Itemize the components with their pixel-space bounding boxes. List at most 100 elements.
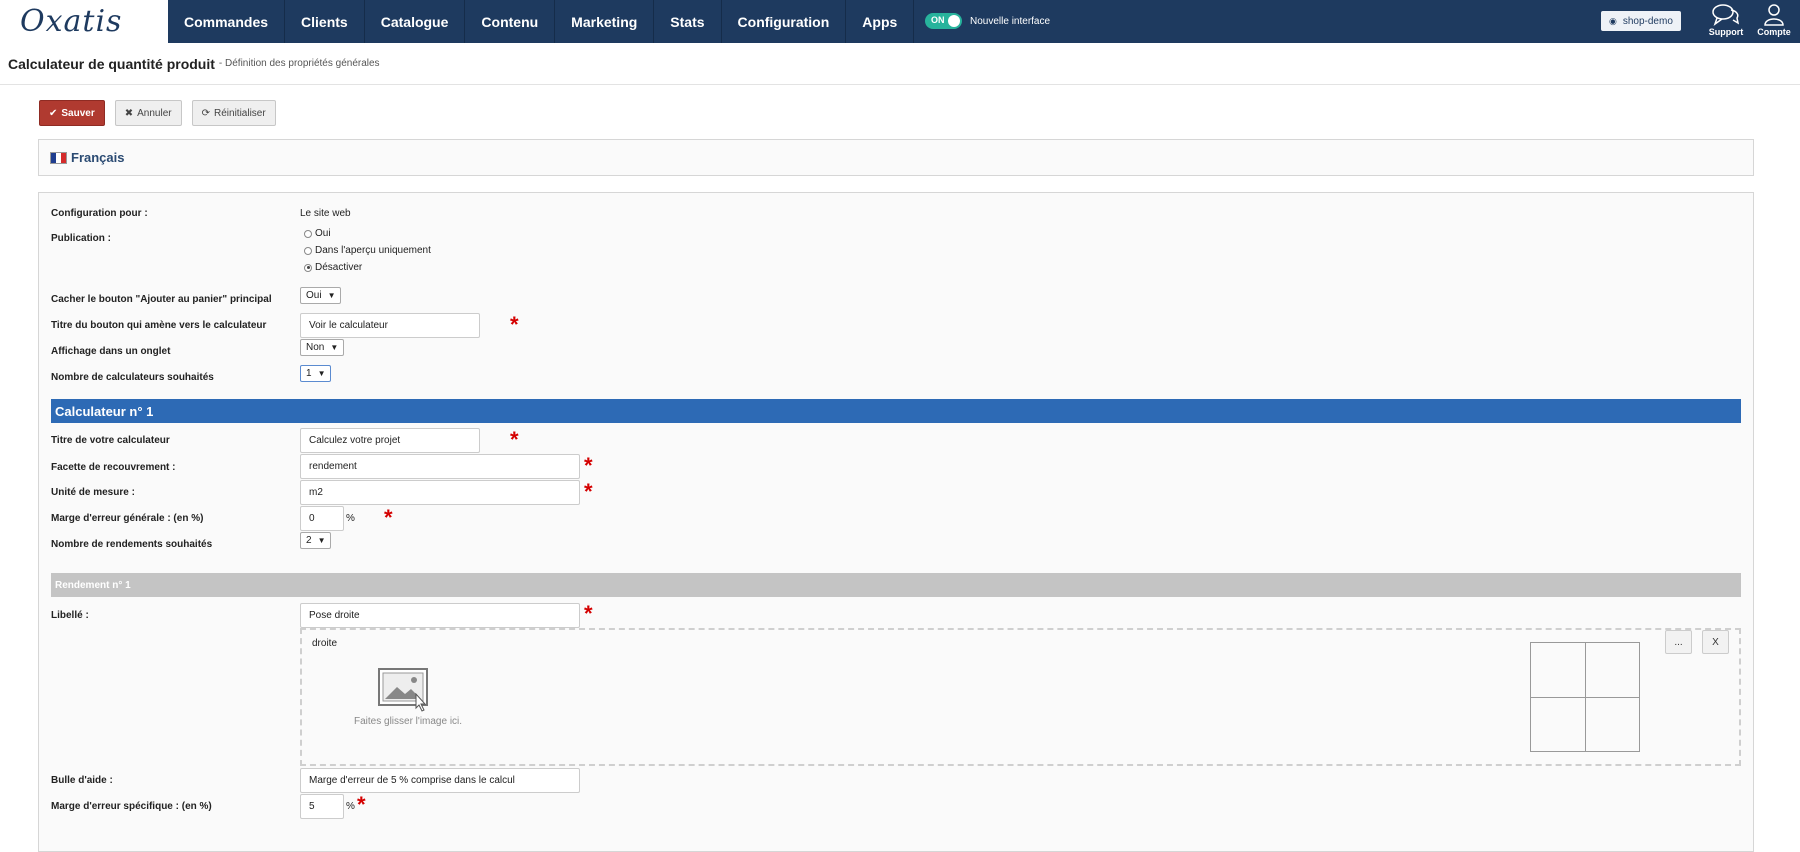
save-button[interactable]: ✔ Sauver bbox=[39, 100, 105, 126]
publication-option-disable[interactable]: Désactiver bbox=[304, 262, 362, 273]
specific-margin-input[interactable]: 5 bbox=[300, 794, 344, 819]
main-menu: Commandes Clients Catalogue Contenu Mark… bbox=[168, 0, 915, 43]
radio-circle-selected bbox=[304, 263, 312, 272]
calculator-section-header: Calculateur n° 1 bbox=[51, 399, 1741, 423]
remove-image-button[interactable]: X bbox=[1702, 630, 1729, 654]
specific-margin-label: Marge d'erreur spécifique : (en %) bbox=[51, 801, 212, 812]
chat-bubbles-icon bbox=[1712, 4, 1740, 26]
language-tab[interactable]: Français bbox=[38, 139, 1754, 176]
yield-label-input[interactable]: Pose droite bbox=[300, 603, 580, 628]
hide-button-select[interactable]: Oui ▼ bbox=[300, 287, 342, 304]
logo-text: Oxatis bbox=[20, 4, 123, 39]
required-marker: * bbox=[584, 601, 593, 626]
required-marker: * bbox=[384, 505, 393, 530]
radio-label: Oui bbox=[315, 228, 331, 239]
account-button[interactable]: Compte bbox=[1749, 3, 1799, 37]
new-interface-toggle[interactable]: ON bbox=[925, 13, 962, 29]
shop-preview-button[interactable]: ◉ shop-demo bbox=[1601, 11, 1681, 31]
select-value: Oui bbox=[306, 290, 322, 301]
nav-stats[interactable]: Stats bbox=[654, 0, 722, 43]
support-label: Support bbox=[1708, 27, 1744, 37]
new-interface-toggle-group: ON Nouvelle interface bbox=[925, 13, 1050, 29]
yield-section-header: Rendement n° 1 bbox=[51, 573, 1741, 597]
reset-label: Réinitialiser bbox=[214, 107, 266, 119]
caret-down-icon: ▼ bbox=[317, 369, 326, 378]
language-label: Français bbox=[71, 150, 125, 165]
calc-title-label: Titre de votre calculateur bbox=[51, 435, 170, 446]
eye-icon: ◉ bbox=[1609, 15, 1617, 26]
tooltip-input[interactable]: Marge d'erreur de 5 % comprise dans le c… bbox=[300, 768, 580, 793]
account-label: Compte bbox=[1757, 27, 1791, 37]
unit-input[interactable]: m2 bbox=[300, 480, 580, 505]
nav-configuration[interactable]: Configuration bbox=[722, 0, 847, 43]
percent-sign: % bbox=[346, 801, 355, 812]
close-icon: ✖ bbox=[124, 107, 134, 119]
toggle-state: ON bbox=[931, 15, 945, 25]
required-marker: * bbox=[584, 453, 593, 478]
button-title-input[interactable]: Voir le calculateur bbox=[300, 313, 480, 338]
image-name: droite bbox=[312, 638, 338, 649]
check-icon: ✔ bbox=[49, 107, 58, 119]
page-title: Calculateur de quantité produit bbox=[8, 55, 215, 72]
reset-button[interactable]: ⟳ Réinitialiser bbox=[191, 100, 276, 126]
tab-display-select[interactable]: Non ▼ bbox=[300, 339, 345, 356]
france-flag-icon bbox=[50, 151, 67, 164]
page-subtitle: - Définition des propriétés générales bbox=[218, 58, 380, 69]
drop-hint: Faites glisser l'image ici. bbox=[354, 716, 463, 727]
radio-circle bbox=[304, 229, 312, 238]
required-marker: * bbox=[357, 792, 366, 817]
image-dropzone[interactable]: droite Faites glisser l'image ici. ... X bbox=[300, 628, 1741, 766]
grid-line-horizontal bbox=[1531, 697, 1639, 698]
nav-catalogue[interactable]: Catalogue bbox=[365, 0, 466, 43]
refresh-icon: ⟳ bbox=[201, 107, 210, 119]
percent-sign: % bbox=[346, 513, 355, 524]
facet-input[interactable]: rendement bbox=[300, 454, 580, 479]
cancel-label: Annuler bbox=[137, 107, 172, 119]
publication-label: Publication : bbox=[51, 233, 111, 244]
user-icon bbox=[1764, 4, 1784, 26]
toggle-label: Nouvelle interface bbox=[970, 15, 1051, 27]
required-marker: * bbox=[584, 479, 593, 504]
yield-count-select[interactable]: 2 ▼ bbox=[300, 532, 332, 549]
page-header: Calculateur de quantité produit - Défini… bbox=[0, 43, 1800, 85]
select-value: 2 bbox=[306, 535, 312, 546]
top-navigation: Oxatis Commandes Clients Catalogue Conte… bbox=[0, 0, 1800, 43]
calc-count-label: Nombre de calculateurs souhaités bbox=[51, 372, 214, 383]
tab-display-label: Affichage dans un onglet bbox=[51, 346, 171, 357]
nav-commandes[interactable]: Commandes bbox=[168, 0, 286, 43]
config-value: Le site web bbox=[300, 208, 351, 219]
image-placeholder-icon bbox=[378, 668, 428, 712]
button-title-label: Titre du bouton qui amène vers le calcul… bbox=[51, 320, 267, 331]
margin-input[interactable]: 0 bbox=[300, 506, 344, 531]
browse-button[interactable]: ... bbox=[1665, 630, 1692, 654]
publication-option-preview[interactable]: Dans l'aperçu uniquement bbox=[304, 245, 431, 256]
cancel-button[interactable]: ✖ Annuler bbox=[114, 100, 182, 126]
toggle-knob bbox=[948, 15, 960, 27]
caret-down-icon: ▼ bbox=[317, 536, 326, 545]
radio-circle bbox=[304, 246, 312, 255]
caret-down-icon: ▼ bbox=[330, 343, 339, 352]
required-marker: * bbox=[510, 427, 519, 452]
select-value: Non bbox=[306, 342, 325, 353]
calc-count-select[interactable]: 1 ▼ bbox=[300, 365, 332, 382]
shop-name: shop-demo bbox=[1622, 15, 1673, 27]
nav-contenu[interactable]: Contenu bbox=[465, 0, 556, 43]
config-label: Configuration pour : bbox=[51, 208, 148, 219]
action-buttons: ✔ Sauver ✖ Annuler ⟳ Réinitialiser bbox=[39, 100, 276, 126]
publication-option-oui[interactable]: Oui bbox=[304, 228, 331, 239]
yield-count-label: Nombre de rendements souhaités bbox=[51, 539, 213, 550]
radio-label: Désactiver bbox=[315, 262, 363, 273]
radio-label: Dans l'aperçu uniquement bbox=[315, 245, 431, 256]
nav-apps[interactable]: Apps bbox=[846, 0, 915, 43]
margin-label: Marge d'erreur générale : (en %) bbox=[51, 513, 204, 524]
calc-title-input[interactable]: Calculez votre projet bbox=[300, 428, 480, 453]
support-button[interactable]: Support bbox=[1701, 3, 1751, 37]
required-marker: * bbox=[510, 312, 519, 337]
facet-label: Facette de recouvrement : bbox=[51, 462, 176, 473]
image-preview bbox=[1530, 642, 1640, 752]
nav-clients[interactable]: Clients bbox=[285, 0, 365, 43]
unit-label: Unité de mesure : bbox=[51, 487, 135, 498]
select-value: 1 bbox=[306, 368, 312, 379]
logo[interactable]: Oxatis bbox=[0, 0, 168, 43]
nav-marketing[interactable]: Marketing bbox=[555, 0, 655, 43]
